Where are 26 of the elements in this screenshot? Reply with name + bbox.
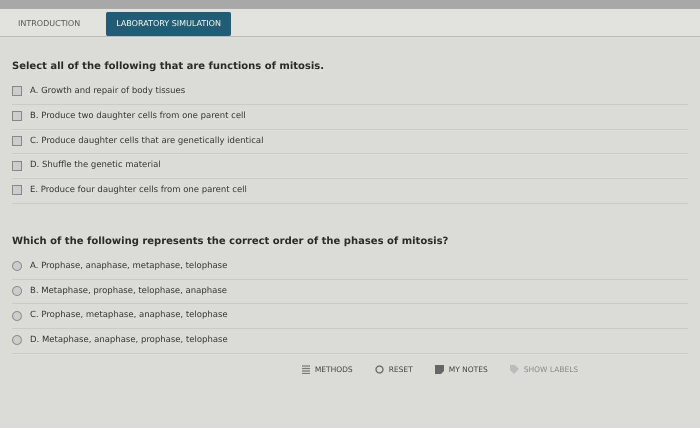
list-icon — [302, 364, 310, 374]
tab[interactable]: INTRODUCTION — [8, 12, 90, 36]
question-text: Which of the following represents the correct order of the phases of mitosis? — [11, 234, 450, 249]
checkbox[interactable] — [12, 86, 22, 96]
option-label: D. Metaphase, anaphase, prophase, telophase — [30, 334, 228, 347]
checkbox[interactable] — [12, 160, 22, 171]
option-label: E. Produce four daughter cells from one parent cell — [30, 184, 247, 197]
option-label: A. Prophase, anaphase, metaphase, telophase — [30, 260, 228, 272]
radio-button[interactable] — [12, 335, 22, 346]
tag-icon — [510, 364, 519, 374]
radio-button[interactable] — [12, 310, 22, 321]
radio-button[interactable] — [12, 261, 22, 272]
checkbox[interactable] — [12, 111, 22, 122]
radio-button[interactable] — [12, 286, 22, 296]
question-text: Select all of the following that are functions of mitosis. — [11, 60, 326, 74]
checkbox[interactable] — [12, 185, 22, 196]
option-label: B. Metaphase, prophase, telophase, anaphase — [30, 284, 227, 298]
option-label: C. Produce daughter cells that are genetically identical — [30, 134, 264, 148]
checkbox[interactable] — [12, 136, 22, 146]
option-label: A. Growth and repair of body tissues — [30, 85, 186, 98]
tab[interactable]: LABORATORY SIMULATION — [106, 12, 231, 36]
note-icon — [434, 364, 444, 374]
option-label: D. Shuffle the genetic material — [30, 159, 161, 172]
option-label: C. Prophase, metaphase, anaphase, telophase — [30, 309, 228, 322]
option-label: B. Produce two daughter cells from one parent cell — [30, 110, 246, 122]
reset-icon — [374, 364, 384, 374]
